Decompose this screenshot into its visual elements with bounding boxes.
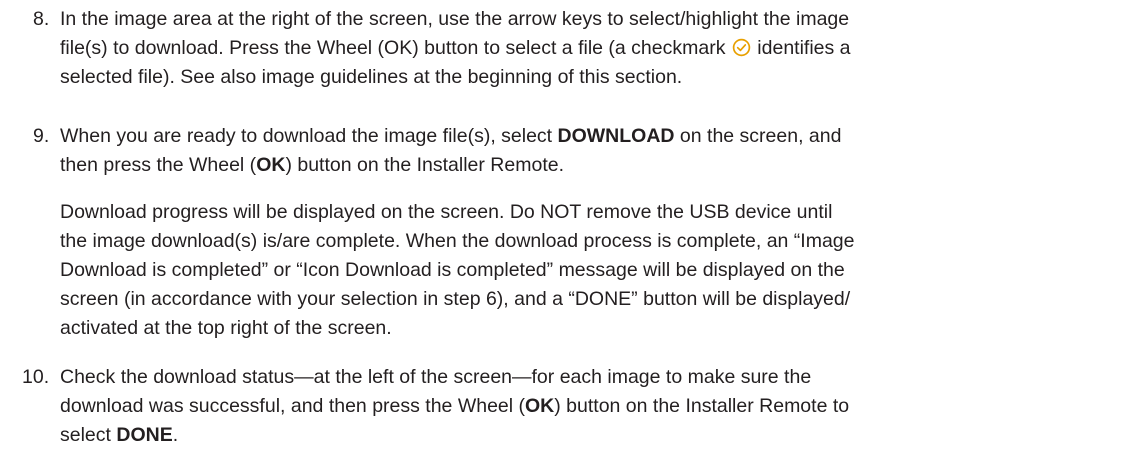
step-body: In the image area at the right of the sc…	[60, 5, 1130, 92]
paragraph-line: activated at the top right of the screen…	[60, 317, 392, 339]
step-body: When you are ready to download the image…	[60, 122, 1130, 180]
step-line: then press the Wheel (OK) button on the …	[60, 154, 565, 176]
step-line: file(s) to download. Press the Wheel (OK…	[60, 37, 851, 59]
step-number: 8.	[33, 8, 50, 30]
instructions-page: 8. In the image area at the right of the…	[0, 0, 1139, 452]
paragraph-body: Download progress will be displayed on t…	[60, 198, 1130, 343]
step-line: selected file). See also image guideline…	[60, 66, 683, 88]
step-number: 10.	[22, 366, 50, 388]
step-line: In the image area at the right of the sc…	[60, 8, 850, 30]
paragraph-line: Download is completed” or “Icon Download…	[60, 259, 845, 281]
paragraph-line: screen (in accordance with your selectio…	[60, 288, 851, 310]
step-line: Check the download status—at the left of…	[60, 366, 812, 388]
step-line: When you are ready to download the image…	[60, 125, 842, 147]
paragraph-line: Download progress will be displayed on t…	[60, 201, 833, 223]
step-line: download was successful, and then press …	[60, 395, 850, 417]
step-number: 9.	[33, 125, 50, 147]
step-body: Check the download status—at the left of…	[60, 363, 1130, 450]
checkmark-circle-icon	[732, 38, 751, 57]
paragraph-line: the image download(s) is/are complete. W…	[60, 230, 855, 252]
step-line: select DONE.	[60, 424, 179, 446]
